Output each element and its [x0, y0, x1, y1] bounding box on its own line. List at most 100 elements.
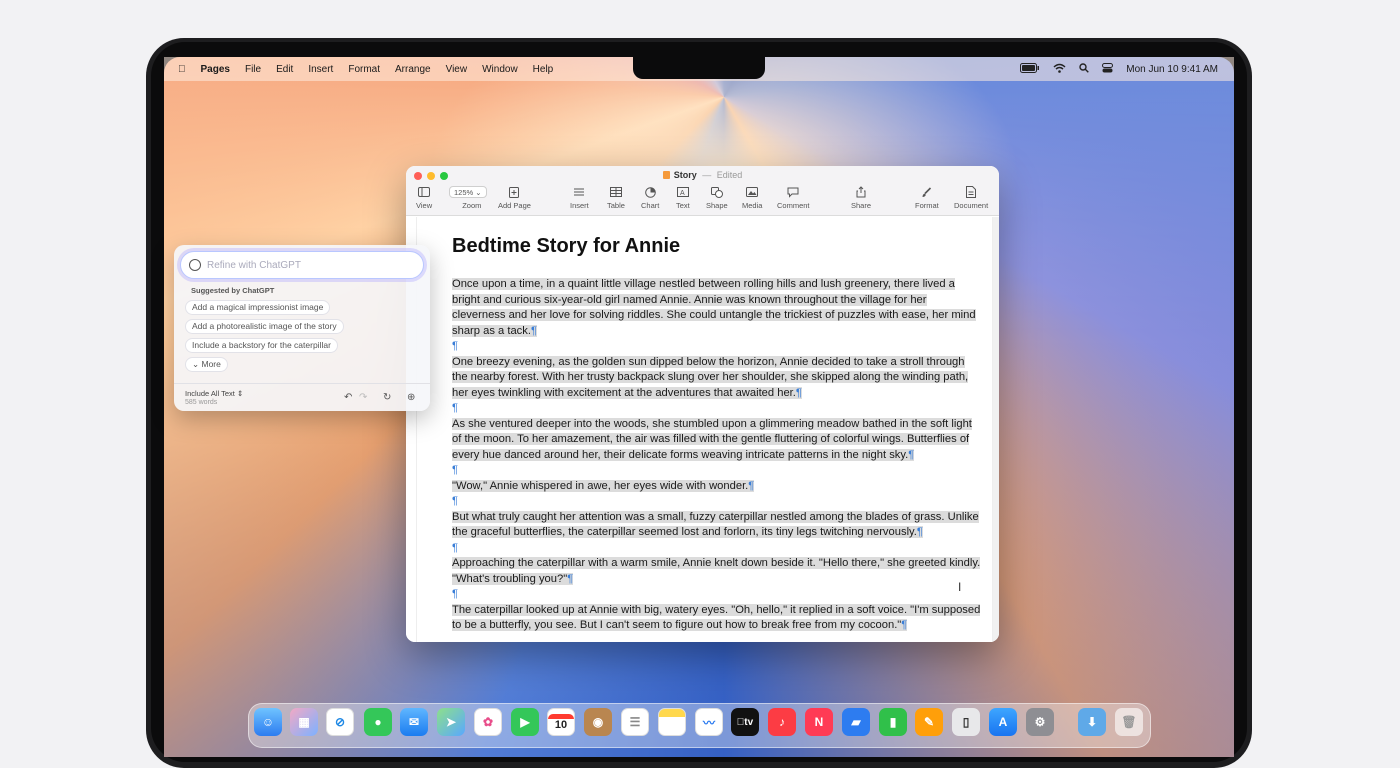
- story-heading[interactable]: Bedtime Story for Annie: [452, 235, 680, 258]
- toolbar-chart[interactable]: Chart: [641, 185, 659, 210]
- menu-help[interactable]: Help: [533, 64, 554, 75]
- table-icon: [609, 185, 622, 199]
- menu-insert[interactable]: Insert: [308, 64, 333, 75]
- story-body[interactable]: Once upon a time, in a quaint little vil…: [452, 277, 982, 634]
- menu-window[interactable]: Window: [482, 64, 518, 75]
- pages-window: Story — Edited View 125% ⌄ Zoom Add Page…: [406, 166, 999, 642]
- music-icon[interactable]: ♪: [768, 708, 796, 736]
- messages-icon[interactable]: ●: [364, 708, 392, 736]
- suggestion-chip[interactable]: Add a photorealistic image of the story: [185, 319, 344, 334]
- iphone-mirroring-icon[interactable]: ▯: [952, 708, 980, 736]
- svg-text:A: A: [680, 190, 685, 197]
- maps-icon[interactable]: ➤: [437, 708, 465, 736]
- paragraph[interactable]: The caterpillar looked up at Annie with …: [452, 603, 982, 634]
- paragraph[interactable]: Approaching the caterpillar with a warm …: [452, 556, 982, 587]
- document-page[interactable]: Bedtime Story for Annie Once upon a time…: [416, 217, 993, 642]
- paragraph-text: One breezy evening, as the golden sun di…: [452, 355, 969, 399]
- menu-edit[interactable]: Edit: [276, 64, 293, 75]
- tv-label: tv: [740, 716, 753, 728]
- toolbar-media[interactable]: Media: [742, 185, 762, 210]
- freeform-icon[interactable]: 〰: [695, 708, 723, 736]
- toolbar-chart-label: Chart: [641, 201, 660, 210]
- toolbar-add-page[interactable]: Add Page: [498, 185, 531, 210]
- regenerate-icon[interactable]: ↻: [383, 392, 391, 403]
- toolbar-table[interactable]: Table: [607, 185, 625, 210]
- news-icon[interactable]: N: [805, 708, 833, 736]
- pilcrow: ¶: [452, 402, 459, 414]
- toolbar-shape[interactable]: Shape: [706, 185, 728, 210]
- notes-icon[interactable]: [658, 708, 686, 736]
- safari-icon[interactable]: ⊘: [326, 708, 354, 736]
- app-store-icon[interactable]: A: [989, 708, 1017, 736]
- include-label: Include All Text: [185, 389, 235, 398]
- options-icon[interactable]: ⊕: [407, 392, 415, 403]
- keynote-icon[interactable]: ▰: [842, 708, 870, 736]
- pilcrow: ¶: [452, 340, 459, 352]
- system-settings-icon[interactable]: ⚙: [1026, 708, 1054, 736]
- paragraph-text: But what truly caught her attention was …: [452, 510, 979, 538]
- redo-icon[interactable]: ↷: [359, 392, 367, 403]
- undo-icon[interactable]: ↶: [344, 392, 352, 403]
- more-button[interactable]: ⌄ More: [185, 357, 228, 372]
- paragraph[interactable]: But what truly caught her attention was …: [452, 510, 982, 541]
- photos-icon[interactable]: ✿: [474, 708, 502, 736]
- control-center-icon[interactable]: [1102, 62, 1114, 76]
- zoom-select[interactable]: 125% ⌄: [449, 186, 487, 198]
- toolbar-view[interactable]: View: [416, 185, 432, 210]
- toolbar-comment[interactable]: Comment: [777, 185, 810, 210]
- numbers-icon[interactable]: ▮: [879, 708, 907, 736]
- menu-app-name[interactable]: Pages: [201, 64, 230, 75]
- toolbar-comment-label: Comment: [777, 201, 810, 210]
- refine-input[interactable]: Refine with ChatGPT: [180, 251, 424, 279]
- paragraph[interactable]: One breezy evening, as the golden sun di…: [452, 355, 982, 402]
- calendar-icon[interactable]: 10: [547, 708, 575, 736]
- zoom-value: 125%: [454, 188, 474, 197]
- refine-placeholder: Refine with ChatGPT: [207, 259, 301, 271]
- edited-status: Edited: [716, 170, 743, 180]
- toolbar-zoom-label: Zoom: [462, 201, 482, 210]
- toolbar-document[interactable]: Document: [954, 185, 988, 210]
- paragraph[interactable]: As she ventured deeper into the woods, s…: [452, 417, 982, 464]
- downloads-folder-icon[interactable]: ⬇: [1078, 708, 1106, 736]
- finder-icon[interactable]: ☺: [254, 708, 282, 736]
- panel-divider: [174, 383, 430, 384]
- trash-icon[interactable]: 🗑: [1115, 708, 1143, 736]
- toolbar-view-label: View: [416, 201, 433, 210]
- toolbar-text[interactable]: A Text: [676, 185, 690, 210]
- document-settings-icon: [966, 185, 977, 199]
- pilcrow: ¶: [452, 495, 459, 507]
- suggestion-chip[interactable]: Include a backstory for the caterpillar: [185, 338, 338, 353]
- camera-notch: [633, 57, 765, 79]
- vertical-scrollbar[interactable]: [993, 217, 999, 642]
- toolbar-insert[interactable]: Insert: [570, 185, 589, 210]
- reminders-icon[interactable]: ☰: [621, 708, 649, 736]
- menu-clock[interactable]: Mon Jun 10 9:41 AM: [1126, 64, 1218, 75]
- battery-icon[interactable]: [1020, 62, 1040, 76]
- facetime-icon[interactable]: ▶: [511, 708, 539, 736]
- toolbar-format[interactable]: Format: [915, 185, 939, 210]
- document-canvas[interactable]: Bedtime Story for Annie Once upon a time…: [406, 217, 999, 642]
- paragraph[interactable]: Once upon a time, in a quaint little vil…: [452, 277, 982, 339]
- pages-icon[interactable]: ✎: [915, 708, 943, 736]
- suggestion-chip[interactable]: Add a magical impressionist image: [185, 300, 331, 315]
- launchpad-icon[interactable]: ▦: [290, 708, 318, 736]
- apple-tv-icon[interactable]: tv: [731, 708, 759, 736]
- menu-arrange[interactable]: Arrange: [395, 64, 431, 75]
- spotlight-search-icon[interactable]: [1079, 62, 1090, 76]
- include-text-select[interactable]: Include All Text ⇕: [185, 389, 243, 398]
- menu-file[interactable]: File: [245, 64, 261, 75]
- toolbar-text-label: Text: [676, 201, 690, 210]
- toolbar-share[interactable]: Share: [851, 185, 871, 210]
- paragraph[interactable]: "Wow," Annie whispered in awe, her eyes …: [452, 479, 982, 495]
- toolbar-zoom[interactable]: 125% ⌄ Zoom: [449, 185, 487, 210]
- menu-view[interactable]: View: [446, 64, 468, 75]
- contacts-icon[interactable]: ◉: [584, 708, 612, 736]
- wifi-icon[interactable]: [1053, 63, 1066, 76]
- apple-menu-icon[interactable]: : [178, 64, 186, 75]
- mail-icon[interactable]: ✉: [400, 708, 428, 736]
- toolbar-media-label: Media: [742, 201, 763, 210]
- text-cursor-icon: I: [958, 580, 962, 594]
- menu-format[interactable]: Format: [348, 64, 380, 75]
- toolbar-table-label: Table: [607, 201, 625, 210]
- share-icon: [856, 185, 866, 199]
